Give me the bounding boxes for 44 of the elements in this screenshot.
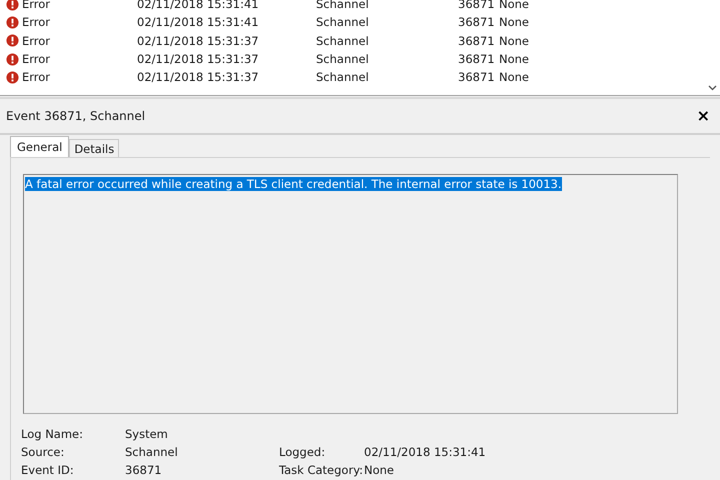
date-cell-text: 02/11/2018 15:31:41 [137,15,260,30]
field-label: Event ID: [21,463,75,477]
error-icon [6,16,19,29]
field-value: 02/11/2018 15:31:41 [364,445,487,459]
field-value: None [364,463,396,477]
level-cell-text: Error [22,34,52,48]
task-category-cell-text: None [499,34,530,48]
event-id-cell-text: 36871 [458,52,496,66]
level-cell-text: Error [22,15,52,30]
event-id-cell-text: 36871 [458,70,496,84]
source-cell-text: Schannel [316,34,370,48]
field-value: System [125,427,169,441]
scroll-down-icon[interactable] [708,85,717,91]
field-label: Logged: [279,445,326,459]
level-cell-text: Error [22,0,52,12]
date-cell-text: 02/11/2018 15:31:37 [137,34,260,48]
task-category-cell-text: None [499,0,530,12]
task-category-cell-text: None [499,70,530,84]
level-cell-text: Error [22,70,52,84]
field-label: Log Name: [21,427,84,441]
date-cell-text: 02/11/2018 15:31:41 [137,0,260,12]
event-id-cell-text: 36871 [458,0,496,12]
source-cell-text: Schannel [316,52,370,66]
source-cell-text: Schannel [316,15,370,30]
error-icon [6,34,19,48]
field-value: Schannel [125,445,179,459]
panel-title: Event 36871, Schannel [6,109,146,123]
tab[interactable]: General [10,136,70,157]
date-cell-text: 02/11/2018 15:31:37 [137,70,260,84]
task-category-cell-text: None [499,15,530,30]
message-box[interactable]: A fatal error occurred while creating a TLS client credential. The internal error state is 10013. [23,174,678,414]
error-icon [6,52,19,66]
task-category-cell-text: None [499,52,530,66]
field-value: 36871 [125,463,163,477]
level-cell-text: Error [22,52,52,66]
tab[interactable]: Details [69,139,120,157]
error-icon [6,70,19,84]
close-button[interactable]: × [696,108,710,124]
field-label: Source: [21,445,66,459]
source-cell-text: Schannel [316,70,370,84]
event-id-cell-text: 36871 [458,34,496,48]
event-id-cell-text: 36871 [458,15,496,30]
date-cell-text: 02/11/2018 15:31:37 [137,52,260,66]
field-label: Task Category: [279,463,364,477]
